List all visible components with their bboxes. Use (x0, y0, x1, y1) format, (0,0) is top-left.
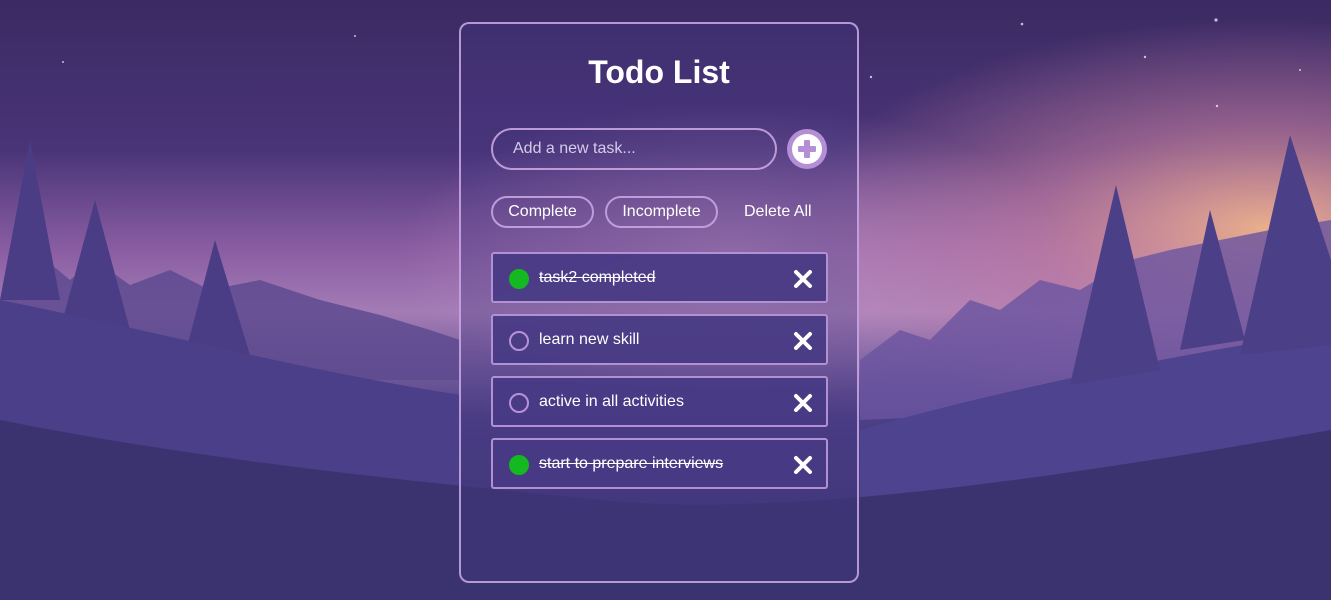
x-icon[interactable] (792, 268, 814, 290)
empty-circle-icon[interactable] (509, 393, 529, 413)
delete-all-button[interactable]: Delete All (729, 196, 827, 228)
todo-text: task2 completed (539, 269, 656, 286)
list-item: task2 completed (491, 252, 828, 303)
filter-bar: Complete Incomplete Delete All (491, 196, 831, 228)
empty-circle-icon[interactable] (509, 331, 529, 351)
list-item: start to prepare interviews (491, 438, 828, 489)
todo-card: Todo List Complete Incomplete Delete All… (459, 22, 859, 583)
x-icon[interactable] (792, 392, 814, 414)
filled-circle-icon[interactable] (509, 269, 529, 289)
plus-circle-icon (792, 134, 822, 164)
todo-text: active in all activities (539, 393, 684, 410)
page-title: Todo List (588, 54, 730, 90)
filter-complete-button[interactable]: Complete (491, 196, 594, 228)
list-item: active in all activities (491, 376, 828, 427)
todo-text: start to prepare interviews (539, 455, 724, 472)
list-item: learn new skill (491, 314, 828, 365)
add-task-row (491, 128, 829, 172)
x-icon[interactable] (792, 330, 814, 352)
filled-circle-icon[interactable] (509, 455, 529, 475)
task-input[interactable] (491, 128, 777, 170)
filter-incomplete-button[interactable]: Incomplete (605, 196, 718, 228)
add-task-button[interactable] (787, 129, 827, 169)
todo-text: learn new skill (539, 331, 640, 348)
x-icon[interactable] (792, 454, 814, 476)
